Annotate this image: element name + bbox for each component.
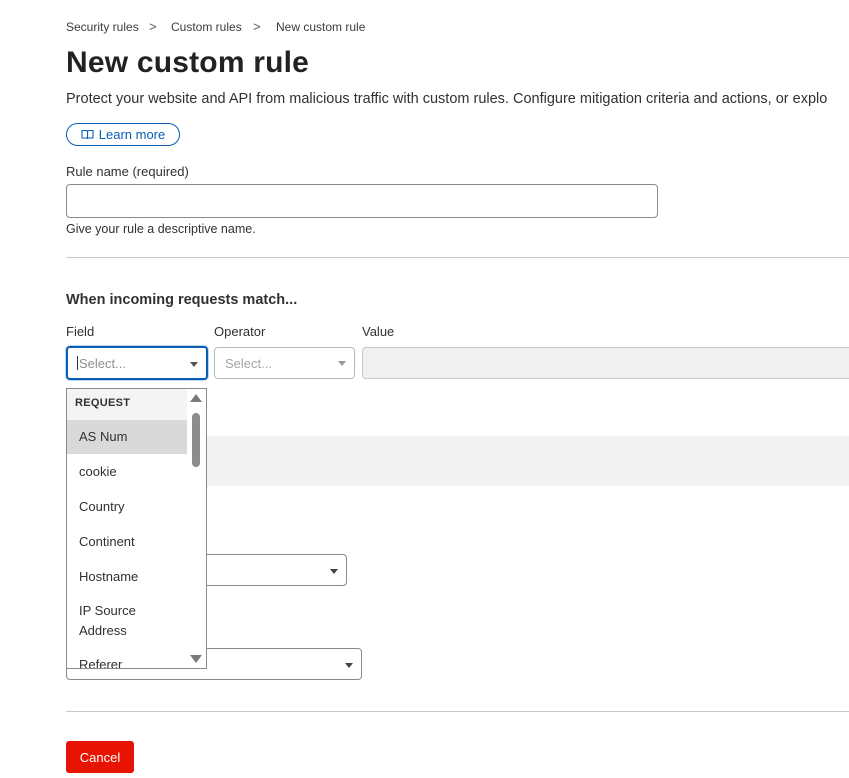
dropdown-scrollbar[interactable]	[187, 389, 206, 668]
dropdown-option[interactable]: AS Num	[67, 420, 187, 454]
scroll-down-icon[interactable]	[190, 655, 202, 663]
dropdown-option[interactable]: Continent	[67, 532, 187, 552]
breadcrumb-security-rules[interactable]: Security rules	[66, 20, 139, 34]
rule-name-label: Rule name (required)	[66, 164, 189, 179]
dropdown-group-label: REQUEST	[75, 397, 131, 409]
value-label: Value	[362, 324, 395, 339]
value-input[interactable]	[362, 347, 849, 379]
page-title: New custom rule	[66, 46, 310, 79]
field-select-placeholder: Select...	[79, 355, 126, 371]
dropdown-option[interactable]: cookie	[67, 462, 187, 482]
learn-more-button[interactable]: Learn more	[66, 123, 180, 146]
operator-select-placeholder: Select...	[225, 355, 272, 371]
match-heading: When incoming requests match...	[66, 292, 298, 308]
breadcrumb-custom-rules[interactable]: Custom rules	[171, 20, 242, 34]
dropdown-option[interactable]: Hostname	[67, 567, 187, 587]
rule-name-input[interactable]	[66, 184, 658, 218]
learn-more-label: Learn more	[98, 127, 166, 142]
dropdown-option[interactable]: Referer	[67, 655, 187, 668]
divider	[66, 257, 849, 258]
chevron-down-icon	[330, 569, 338, 574]
operator-label: Operator	[214, 324, 266, 339]
text-cursor	[77, 356, 78, 370]
field-dropdown-menu: REQUEST AS Num cookie Country Continent …	[66, 388, 207, 669]
scrollbar-thumb[interactable]	[192, 413, 200, 467]
field-select[interactable]: Select...	[66, 346, 208, 380]
scroll-up-icon[interactable]	[190, 394, 202, 402]
cancel-button[interactable]: Cancel	[66, 741, 134, 773]
book-icon	[81, 129, 94, 140]
breadcrumb-separator: >	[253, 19, 261, 34]
chevron-down-icon	[345, 663, 353, 668]
breadcrumb-current: New custom rule	[276, 20, 366, 34]
rule-name-help: Give your rule a descriptive name.	[66, 222, 256, 236]
chevron-down-icon	[190, 362, 198, 367]
chevron-down-icon	[338, 361, 346, 366]
dropdown-option[interactable]: IP Source Address	[67, 601, 167, 641]
expression-preview-band	[207, 436, 849, 486]
breadcrumb-separator: >	[149, 19, 157, 34]
operator-select[interactable]: Select...	[214, 347, 355, 379]
page-description: Protect your website and API from malici…	[66, 91, 828, 107]
field-label: Field	[66, 324, 95, 339]
dropdown-option[interactable]: Country	[67, 497, 187, 517]
divider	[66, 711, 849, 712]
